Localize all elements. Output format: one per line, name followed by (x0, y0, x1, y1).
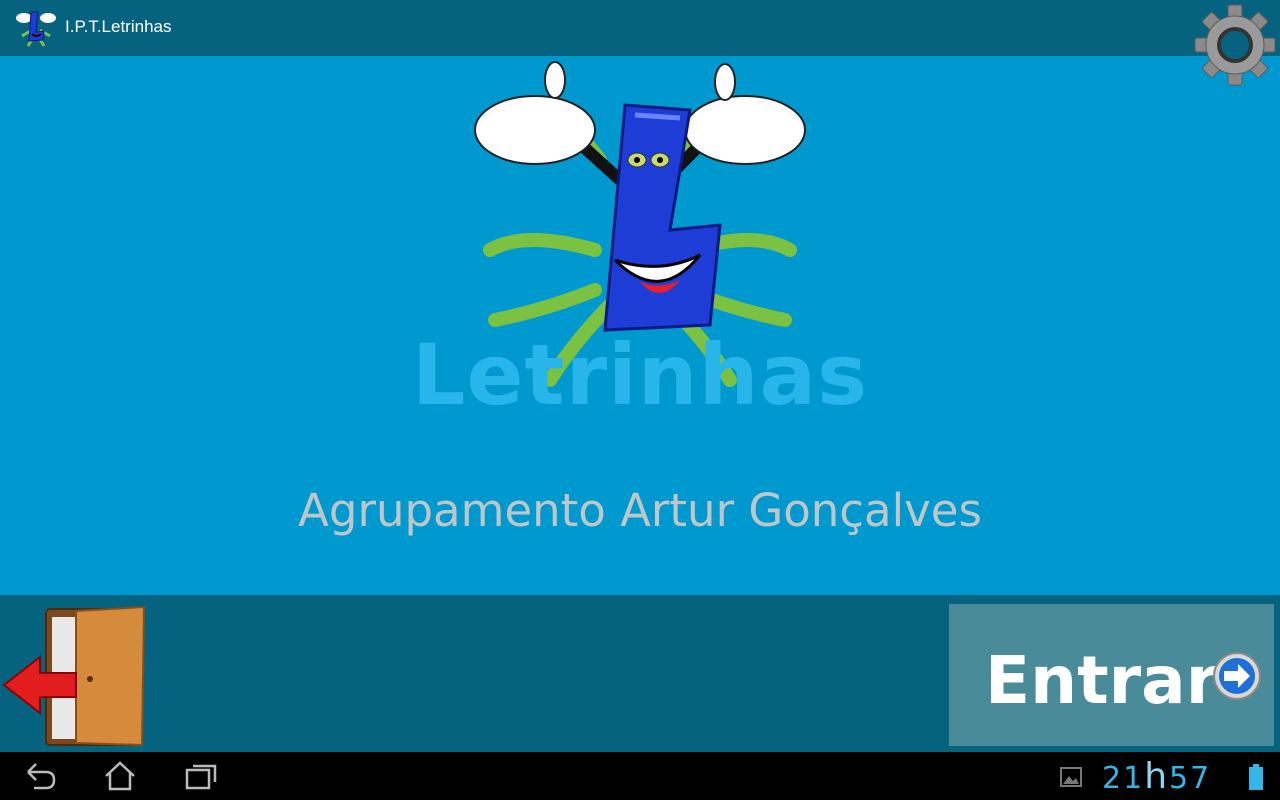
recent-apps-icon[interactable] (183, 760, 219, 792)
battery-icon (1249, 764, 1263, 790)
brand-title: Letrinhas (411, 326, 869, 424)
settings-gear-icon[interactable] (1194, 4, 1276, 86)
clock-separator: h (1144, 756, 1170, 797)
app-logo-icon (16, 11, 56, 47)
enter-button[interactable]: Entrar (949, 604, 1274, 746)
school-name: Agrupamento Artur Gonçalves (298, 484, 982, 537)
clock: 21h57 (1102, 756, 1211, 797)
home-icon[interactable] (102, 760, 138, 792)
bottom-bar: Entrar (0, 595, 1280, 752)
enter-button-label: Entrar (985, 642, 1219, 719)
clock-minutes: 57 (1169, 761, 1212, 796)
main-content: Letrinhas Agrupamento Artur Gonçalves (0, 56, 1280, 595)
back-icon[interactable] (22, 760, 58, 792)
clock-hours: 21 (1102, 761, 1145, 796)
action-bar: I.P.T.Letrinhas (0, 0, 1280, 56)
exit-door-icon[interactable] (2, 603, 150, 749)
screenshot-notification-icon (1060, 767, 1082, 787)
system-nav-bar: 21h57 (0, 752, 1280, 800)
app-title: I.P.T.Letrinhas (65, 17, 172, 36)
arrow-right-circle-icon (1213, 652, 1261, 700)
